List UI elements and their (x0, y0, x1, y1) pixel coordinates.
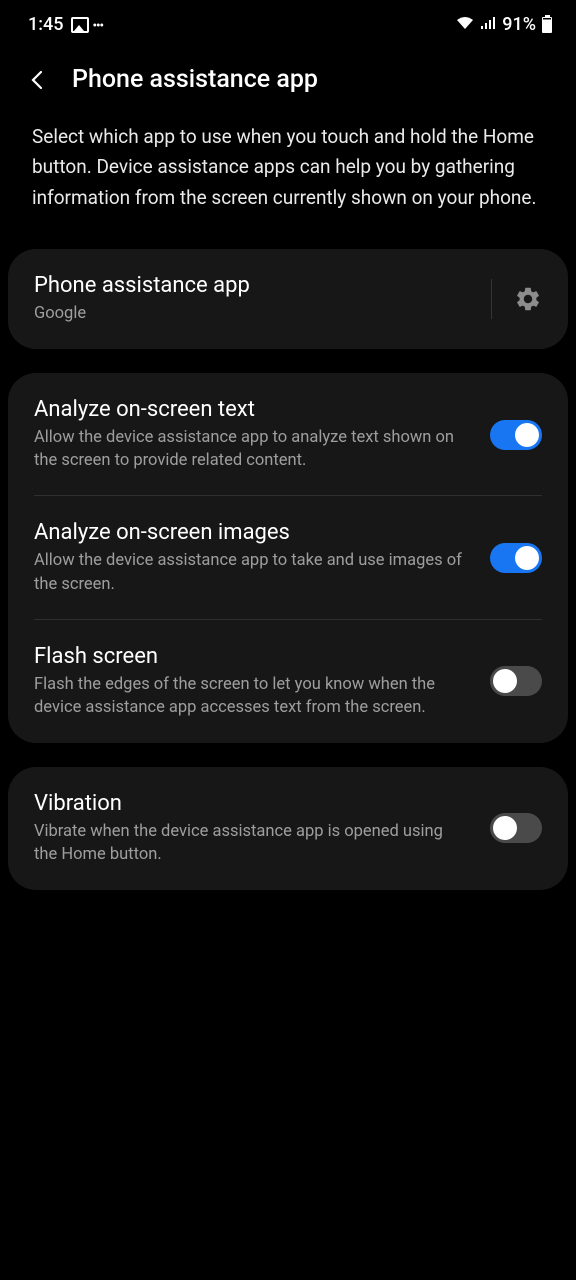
status-time: 1:45 (28, 14, 63, 35)
back-button[interactable] (24, 66, 52, 94)
status-bar-right: 91% (456, 14, 552, 35)
status-bar: 1:45 91% (0, 0, 576, 43)
analyze-images-toggle[interactable] (490, 543, 542, 573)
battery-percentage: 91% (502, 14, 536, 35)
flash-screen-toggle[interactable] (490, 666, 542, 696)
vibration-toggle[interactable] (490, 813, 542, 843)
image-notification-icon (71, 17, 89, 33)
vibration-card: Vibration Vibrate when the device assist… (8, 767, 568, 890)
analyze-text-row[interactable]: Analyze on-screen text Allow the device … (8, 373, 568, 496)
signal-icon (480, 14, 496, 35)
analyze-text-toggle[interactable] (490, 420, 542, 450)
analyze-images-title: Analyze on-screen images (34, 520, 470, 545)
analyze-images-row[interactable]: Analyze on-screen images Allow the devic… (8, 496, 568, 619)
page-title: Phone assistance app (72, 65, 318, 94)
assist-app-card: Phone assistance app Google (8, 249, 568, 349)
analyze-images-subtitle: Allow the device assistance app to take … (34, 549, 470, 595)
assist-app-title: Phone assistance app (34, 273, 481, 298)
vibration-subtitle: Vibrate when the device assistance app i… (34, 820, 470, 866)
wifi-icon (456, 14, 474, 35)
chevron-left-icon (28, 70, 48, 90)
more-notifications-icon (92, 14, 103, 35)
flash-screen-subtitle: Flash the edges of the screen to let you… (34, 673, 470, 719)
analyze-text-subtitle: Allow the device assistance app to analy… (34, 426, 470, 472)
assist-app-value: Google (34, 302, 481, 325)
assist-app-row[interactable]: Phone assistance app Google (8, 249, 568, 349)
flash-screen-title: Flash screen (34, 644, 470, 669)
assist-app-settings-button[interactable] (491, 279, 542, 319)
page-header: Phone assistance app (0, 43, 576, 116)
status-bar-left: 1:45 (28, 14, 103, 35)
vibration-row[interactable]: Vibration Vibrate when the device assist… (8, 767, 568, 890)
analyze-text-title: Analyze on-screen text (34, 397, 470, 422)
page-description: Select which app to use when you touch a… (0, 116, 576, 249)
gear-icon (514, 285, 542, 313)
battery-icon (542, 17, 552, 33)
flash-screen-row[interactable]: Flash screen Flash the edges of the scre… (8, 620, 568, 743)
vibration-title: Vibration (34, 791, 470, 816)
analyze-card: Analyze on-screen text Allow the device … (8, 373, 568, 743)
status-notification-icons (71, 14, 103, 35)
